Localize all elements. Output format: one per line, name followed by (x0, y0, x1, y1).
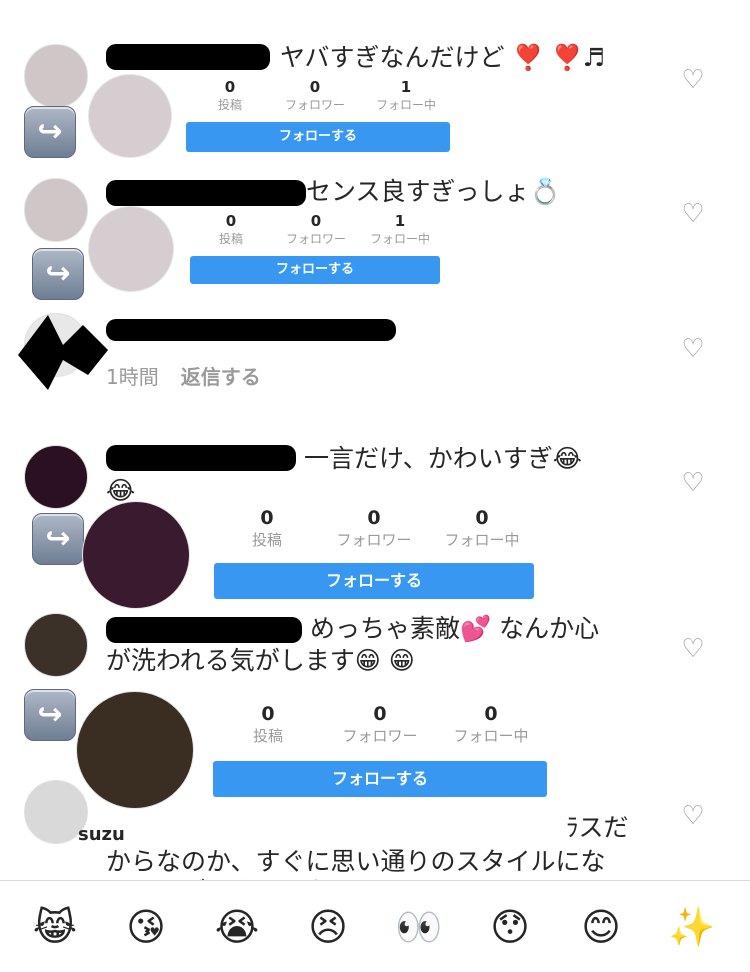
redacted-username (106, 445, 296, 471)
share-icon[interactable]: ↪ (24, 689, 76, 741)
reply-link[interactable]: 返信する (181, 365, 261, 389)
stat-posts: 0 投稿 (217, 78, 242, 112)
stat-followers: 0 フォロワー (342, 703, 418, 745)
stat-following: 1 フォロー中 (369, 212, 430, 246)
redacted-username (106, 617, 302, 643)
like-heart-icon[interactable]: ♡ (680, 803, 706, 829)
comment-text-line-1: ﾗスだ (566, 813, 629, 842)
comment-text-line-2: からなのか、すぐに思い通りのスタイルにな (106, 847, 606, 874)
follow-button[interactable]: フォローする (214, 563, 534, 599)
stat-following: 0 フォロー中 (444, 507, 520, 549)
comment-text: センス良すぎっしょ💍 (306, 177, 561, 206)
redacted-username (106, 180, 306, 206)
avatar[interactable] (24, 445, 88, 509)
comment-item: センス良すぎっしょ💍 ♡ ↪ 0 投稿 0 フォロワー 1 フォロー中 フォローする (0, 170, 750, 305)
avatar[interactable] (24, 178, 88, 242)
follow-button[interactable]: フォローする (186, 122, 450, 152)
comment-item: ヤバすぎなんだけど ❣️ ❣️♬ ♡ ↪ 0 投稿 0 フォロワー 1 フォロー中 フ… (0, 0, 750, 170)
eyes-emoji-icon[interactable]: 👀 (394, 907, 444, 947)
avatar[interactable] (24, 613, 88, 677)
stat-posts: 0 投稿 (251, 507, 282, 549)
comment-text: ヤバすぎなんだけど ❣️ ❣️♬ (280, 43, 606, 72)
cat-tears-emoji-icon[interactable]: 😹 (30, 907, 80, 947)
comment-item: suzu ﾗスだ からなのか、すぐに思い通りのスタイルにな ることができたよなぁ… (0, 780, 750, 880)
profile-picture[interactable] (82, 501, 190, 609)
redacted-username (106, 44, 270, 70)
redacted-text (106, 319, 396, 341)
like-heart-icon[interactable]: ♡ (680, 336, 706, 362)
share-icon[interactable]: ↪ (32, 248, 84, 300)
stat-followers: 0 フォロワー (336, 507, 412, 549)
comment-text-line-1: 一言だけ、かわいすぎ😂 (304, 444, 582, 473)
comment-text-line-2: が洗われる気がします😁 😁 (106, 646, 415, 675)
profile-picture[interactable] (88, 74, 172, 158)
comment-text-line-1: めっちゃ素敵💕 なんか心 (310, 614, 600, 643)
comment-text-line-3: ることができたよなぁー！ (106, 872, 436, 880)
sparkles-emoji-icon[interactable]: ✨ (667, 907, 717, 947)
emoji-suggestion-bar: 😹 😘 😭 😣 👀 😯 😊 ✨ (0, 880, 750, 972)
stat-followers: 0 フォロワー (284, 78, 345, 112)
smile-emoji-icon[interactable]: 😊 (576, 907, 626, 947)
stat-posts: 0 投稿 (252, 703, 283, 745)
comment-item: 一言だけ、かわいすぎ😂 😂 ♡ ↪ 0 投稿 0 フォロワー 0 フォロー中 フォロー… (0, 425, 750, 609)
comment-time: 1時間 (106, 365, 159, 389)
kiss-emoji-icon[interactable]: 😘 (121, 907, 171, 947)
stat-posts: 0 投稿 (218, 212, 243, 246)
persevering-emoji-icon[interactable]: 😣 (303, 907, 353, 947)
redaction-scribble (18, 315, 108, 390)
comment-meta: 1時間 返信する (106, 361, 261, 390)
profile-picture[interactable] (88, 206, 174, 292)
comment-item: めっちゃ素敵💕 なんか心 が洗われる気がします😁 😁 ♡ ↪ 0 投稿 0 フォロワ… (0, 605, 750, 809)
like-heart-icon[interactable]: ♡ (680, 201, 706, 227)
like-heart-icon[interactable]: ♡ (680, 636, 706, 662)
like-heart-icon[interactable]: ♡ (680, 470, 706, 496)
follow-button[interactable]: フォローする (190, 256, 440, 284)
crying-emoji-icon[interactable]: 😭 (212, 907, 262, 947)
share-icon[interactable]: ↪ (24, 106, 76, 158)
stat-following: 1 フォロー中 (375, 78, 436, 112)
like-heart-icon[interactable]: ♡ (680, 67, 706, 93)
hushed-emoji-icon[interactable]: 😯 (485, 907, 535, 947)
stat-following: 0 フォロー中 (453, 703, 529, 745)
share-icon[interactable]: ↪ (32, 513, 84, 565)
avatar[interactable] (24, 44, 88, 108)
comment-item: 1時間 返信する ♡ (0, 305, 750, 425)
stat-followers: 0 フォロワー (285, 212, 346, 246)
